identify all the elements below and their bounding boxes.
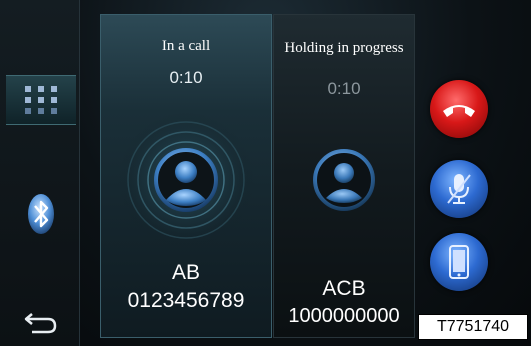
back-arrow-icon [24, 313, 57, 334]
contact-avatar-icon [313, 149, 375, 211]
keypad-button[interactable] [6, 75, 76, 125]
call-timer: 0:10 [327, 79, 361, 98]
hang-up-button[interactable] [430, 80, 488, 138]
mute-microphone-button[interactable] [430, 160, 488, 218]
hang-up-icon [443, 105, 475, 117]
contact-name: AB [171, 261, 200, 284]
figure-reference-label: T7751740 [418, 314, 528, 340]
rail-divider [79, 0, 80, 346]
phone-call-screen: In a call 0:10 AB 0123456789 Holding in … [0, 0, 531, 346]
contact-name: ACB [322, 277, 366, 300]
left-rail [0, 0, 80, 346]
back-button[interactable] [6, 300, 76, 344]
contact-avatar [116, 110, 256, 250]
contact-number: 0123456789 [127, 289, 245, 312]
contact-avatar-icon [118, 112, 254, 248]
call-timer: 0:10 [169, 68, 203, 87]
active-call-panel[interactable]: In a call 0:10 AB 0123456789 [100, 14, 272, 338]
switch-to-phone-button[interactable] [430, 233, 488, 291]
held-call-panel[interactable]: Holding in progress 0:10 ACB 1000000000 [273, 14, 415, 338]
bluetooth-icon [28, 194, 54, 234]
keypad-grid-icon [25, 86, 57, 114]
contact-avatar [304, 140, 384, 220]
phone-device-icon [449, 245, 469, 279]
bluetooth-button[interactable] [6, 188, 76, 240]
contact-number: 1000000000 [288, 305, 400, 327]
microphone-mute-icon [447, 174, 471, 204]
call-status: In a call [161, 38, 211, 54]
call-status: Holding in progress [284, 40, 404, 56]
